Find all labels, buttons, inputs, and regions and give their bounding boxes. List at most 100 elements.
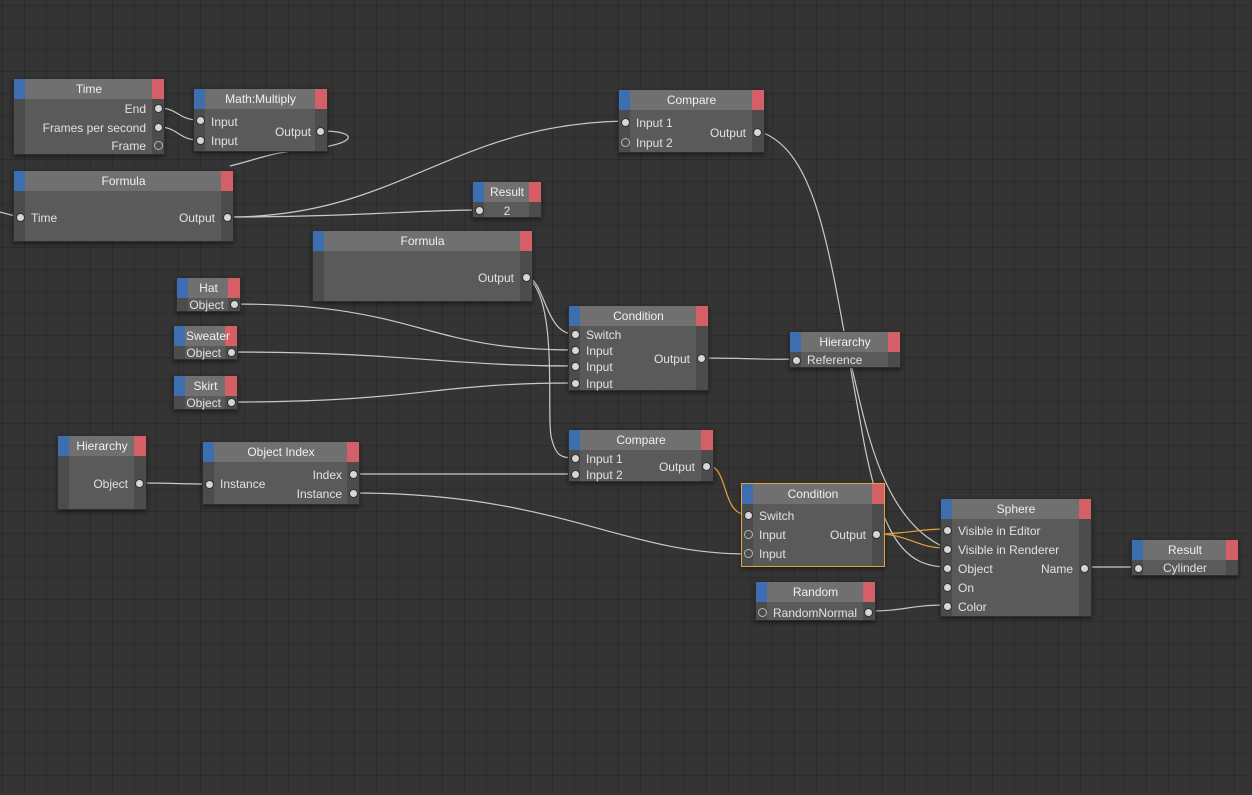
node-header[interactable]: Formula <box>14 171 233 191</box>
node-header[interactable]: Compare <box>619 90 764 110</box>
port-input1[interactable] <box>571 346 580 355</box>
port-object[interactable] <box>227 398 236 407</box>
port-output[interactable] <box>872 530 881 539</box>
node-formula-mid[interactable]: Formula Output <box>312 230 533 302</box>
port-label-input-a: Input <box>211 115 238 129</box>
port-input2[interactable] <box>744 549 753 558</box>
node-object-index[interactable]: Object Index Instance Index Instance <box>202 441 360 505</box>
node-hat[interactable]: Hat Object <box>176 277 241 312</box>
port-label-input1: Input 1 <box>636 116 673 130</box>
node-header[interactable]: Hierarchy <box>790 332 900 352</box>
node-result-top[interactable]: Result 2 <box>472 181 542 218</box>
node-sphere[interactable]: Sphere Visible in Editor Visible in Rend… <box>940 498 1092 617</box>
result-value: 2 <box>503 204 511 218</box>
port-label-switch: Switch <box>586 328 622 342</box>
wire-condition-to-sphere-visible-editor <box>875 528 947 535</box>
port-output[interactable] <box>753 128 762 137</box>
node-title: Hat <box>199 281 218 295</box>
node-header[interactable]: Result <box>1132 540 1238 560</box>
node-header[interactable]: Compare <box>569 430 713 450</box>
port-label-visible-renderer: Visible in Renderer <box>958 543 1060 557</box>
port-output[interactable] <box>702 462 711 471</box>
port-name[interactable] <box>1080 564 1089 573</box>
port-output[interactable] <box>522 273 531 282</box>
port-random[interactable] <box>758 608 767 617</box>
node-condition-top[interactable]: Condition Switch Input Input Input Outpu… <box>568 305 709 391</box>
node-title: Result <box>1167 543 1202 557</box>
port-input2[interactable] <box>571 362 580 371</box>
node-header[interactable]: Hat <box>177 278 240 298</box>
node-compare-top[interactable]: Compare Input 1 Input 2 Output <box>618 89 765 153</box>
node-editor-canvas[interactable]: Time End Frames per second Frame Math:Mu… <box>0 0 1252 795</box>
port-object[interactable] <box>227 348 236 357</box>
port-frame[interactable] <box>154 141 163 150</box>
node-header[interactable]: Math:Multiply <box>194 89 327 109</box>
port-label-output: Output <box>178 211 215 225</box>
port-index[interactable] <box>349 470 358 479</box>
node-result-right[interactable]: Result Cylinder <box>1131 539 1239 576</box>
port-object[interactable] <box>943 564 952 573</box>
node-header[interactable]: Object Index <box>203 442 359 462</box>
node-header[interactable]: Hierarchy <box>58 436 146 456</box>
node-header[interactable]: Random <box>756 582 875 602</box>
node-title: Object Index <box>247 445 315 459</box>
port-label-input2: Input 2 <box>586 468 623 482</box>
port-input1[interactable] <box>621 118 630 127</box>
port-visible-editor[interactable] <box>943 526 952 535</box>
node-header[interactable]: Formula <box>313 231 532 251</box>
port-output[interactable] <box>316 127 325 136</box>
node-formula-time[interactable]: Formula Time Output <box>13 170 234 242</box>
port-label-input1: Input <box>759 528 786 542</box>
node-header[interactable]: Condition <box>742 484 884 504</box>
port-instance-in[interactable] <box>205 480 214 489</box>
node-hierarchy-right[interactable]: Hierarchy Reference <box>789 331 901 368</box>
port-input2[interactable] <box>571 470 580 479</box>
node-title: Condition <box>787 487 839 501</box>
port-object[interactable] <box>230 300 239 309</box>
port-label-input2: Input 2 <box>636 136 673 150</box>
port-switch[interactable] <box>571 330 580 339</box>
port-input3[interactable] <box>571 379 580 388</box>
node-title: Compare <box>616 433 666 447</box>
port-color[interactable] <box>943 602 952 611</box>
node-title: Time <box>75 82 103 96</box>
node-header[interactable]: Sweater <box>174 326 237 346</box>
port-label-random: Random <box>773 606 819 620</box>
node-hierarchy-left[interactable]: Hierarchy Object <box>57 435 147 510</box>
wire-formula-mid-to-compare-mid <box>526 276 575 459</box>
port-visible-renderer[interactable] <box>943 545 952 554</box>
port-reference[interactable] <box>792 356 801 365</box>
port-output[interactable] <box>223 213 232 222</box>
node-header[interactable]: Result <box>473 182 541 202</box>
node-random[interactable]: Random Random Normal <box>755 581 876 621</box>
port-input1[interactable] <box>744 530 753 539</box>
port-end[interactable] <box>154 104 163 113</box>
port-output[interactable] <box>697 354 706 363</box>
port-switch[interactable] <box>744 511 753 520</box>
port-object[interactable] <box>135 479 144 488</box>
node-time[interactable]: Time End Frames per second Frame <box>13 78 165 155</box>
port-on[interactable] <box>943 583 952 592</box>
port-input-a[interactable] <box>196 116 205 125</box>
port-input2[interactable] <box>621 138 630 147</box>
port-label-input2: Input <box>586 360 613 374</box>
node-header[interactable]: Condition <box>569 306 708 326</box>
node-header[interactable]: Time <box>14 79 164 99</box>
node-header[interactable]: Sphere <box>941 499 1091 519</box>
port-instance-out[interactable] <box>349 489 358 498</box>
port-input[interactable] <box>1134 564 1143 573</box>
port-input[interactable] <box>475 206 484 215</box>
port-fps[interactable] <box>154 123 163 132</box>
node-header[interactable]: Skirt <box>174 376 237 396</box>
port-input1[interactable] <box>571 454 580 463</box>
port-normal[interactable] <box>864 608 873 617</box>
node-condition-selected[interactable]: Condition Switch Input Input Output <box>741 483 885 567</box>
port-label-on: On <box>958 581 975 595</box>
port-input-b[interactable] <box>196 136 205 145</box>
wire-condition-to-hierarchy <box>701 357 797 360</box>
port-time[interactable] <box>16 213 25 222</box>
node-sweater[interactable]: Sweater Object <box>173 325 238 360</box>
node-math-multiply[interactable]: Math:Multiply Input Input Output <box>193 88 328 152</box>
node-compare-mid[interactable]: Compare Input 1 Input 2 Output <box>568 429 714 482</box>
node-skirt[interactable]: Skirt Object <box>173 375 238 410</box>
